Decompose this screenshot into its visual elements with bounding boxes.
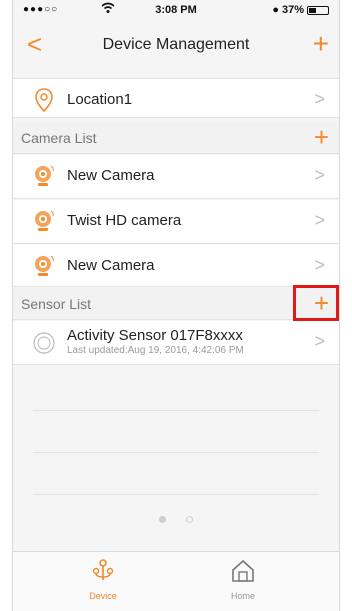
alarm-icon: ● <box>272 4 279 16</box>
camera-label: New Camera <box>67 257 155 274</box>
camera-list-header: Camera List + <box>13 122 339 154</box>
sensor-last-updated: Last updated:Aug 19, 2016, 4:42:06 PM <box>67 345 244 356</box>
location-label: Location1 <box>67 91 133 108</box>
add-device-button[interactable]: + <box>313 26 329 62</box>
divider <box>33 452 319 453</box>
tab-device[interactable]: Device <box>63 558 143 601</box>
divider <box>33 494 319 495</box>
camera-list-title: Camera List <box>21 130 97 146</box>
tab-device-label: Device <box>89 591 117 601</box>
sensor-row[interactable]: Activity Sensor 017F8xxxx Last updated:A… <box>13 321 339 365</box>
home-icon <box>230 559 256 588</box>
tab-home-label: Home <box>230 591 255 601</box>
highlight-box <box>293 285 339 321</box>
device-icon <box>90 559 116 588</box>
page-indicator[interactable] <box>13 510 339 528</box>
page-dot[interactable] <box>186 516 194 523</box>
chevron-right-icon: > <box>314 89 325 109</box>
add-camera-button[interactable]: + <box>314 121 329 153</box>
tab-home[interactable]: Home <box>203 558 283 601</box>
divider <box>33 410 319 411</box>
chevron-right-icon: > <box>314 255 325 275</box>
page-title: Device Management <box>102 36 250 53</box>
sensor-icon <box>31 329 57 355</box>
location-row[interactable]: Location1 > <box>13 78 339 118</box>
camera-icon <box>31 208 57 234</box>
battery-percent: 37% <box>281 4 304 16</box>
sensor-label: Activity Sensor 017F8xxxx <box>67 327 243 344</box>
camera-row[interactable]: New Camera > <box>13 155 339 199</box>
battery-icon <box>307 5 329 15</box>
camera-row[interactable]: Twist HD camera > <box>13 200 339 244</box>
camera-icon <box>31 163 57 189</box>
sensor-list-header: Sensor List + <box>13 285 339 321</box>
camera-icon <box>31 253 57 279</box>
app-screen: ●●●○○ 3:08 PM ● 37% < Device Management … <box>12 0 340 611</box>
camera-row[interactable]: New Camera > <box>13 245 339 287</box>
sensor-list-title: Sensor List <box>21 296 92 312</box>
chevron-right-icon: > <box>314 165 325 185</box>
battery-indicator: ● 37% <box>272 4 329 16</box>
page-dot-active[interactable] <box>158 516 166 523</box>
status-bar: ●●●○○ 3:08 PM ● 37% <box>13 0 339 20</box>
location-pin-icon <box>31 87 57 113</box>
camera-label: New Camera <box>67 167 155 184</box>
chevron-right-icon: > <box>314 331 325 351</box>
camera-label: Twist HD camera <box>67 212 182 229</box>
tab-bar: Device Home <box>13 551 339 611</box>
navigation-bar: < Device Management + <box>13 26 339 66</box>
chevron-right-icon: > <box>314 210 325 230</box>
